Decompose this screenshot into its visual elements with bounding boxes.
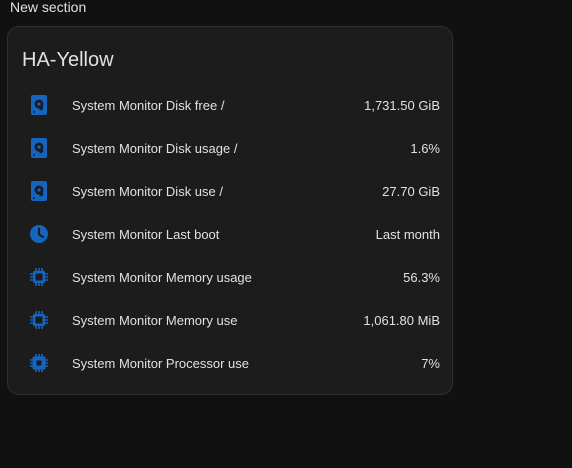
- entity-row-processor-use[interactable]: System Monitor Processor use 7%: [8, 343, 454, 383]
- entity-row-disk-free[interactable]: System Monitor Disk free / 1,731.50 GiB: [8, 85, 454, 125]
- memory-chip-icon: [28, 266, 50, 288]
- harddisk-icon: [28, 180, 50, 202]
- entity-name: System Monitor Memory usage: [72, 269, 252, 285]
- entity-value: 1,731.50 GiB: [364, 97, 440, 113]
- entity-row-memory-use[interactable]: System Monitor Memory use 1,061.80 MiB: [8, 300, 454, 340]
- entity-row-disk-usage[interactable]: System Monitor Disk usage / 1.6%: [8, 128, 454, 168]
- memory-chip-icon: [28, 309, 50, 331]
- entity-name: System Monitor Memory use: [72, 312, 238, 328]
- entity-value: 1.6%: [410, 140, 440, 156]
- entity-name: System Monitor Disk usage /: [72, 140, 238, 156]
- entity-row-last-boot[interactable]: System Monitor Last boot Last month: [8, 214, 454, 254]
- section-title: New section: [10, 0, 87, 15]
- card-title: HA-Yellow: [22, 49, 114, 71]
- entity-value: 7%: [421, 355, 440, 371]
- entity-row-disk-use[interactable]: System Monitor Disk use / 27.70 GiB: [8, 171, 454, 211]
- entity-name: System Monitor Last boot: [72, 226, 220, 242]
- cpu-chip-icon: [28, 352, 50, 374]
- entity-name: System Monitor Processor use: [72, 355, 250, 371]
- entity-value: 1,061.80 MiB: [363, 312, 440, 328]
- entity-name: System Monitor Disk free /: [72, 97, 225, 113]
- harddisk-icon: [28, 94, 50, 116]
- harddisk-icon: [28, 137, 50, 159]
- entity-value: 56.3%: [403, 269, 440, 285]
- entity-value: Last month: [375, 226, 440, 242]
- entity-name: System Monitor Disk use /: [72, 183, 223, 199]
- entity-row-memory-usage[interactable]: System Monitor Memory usage 56.3%: [8, 257, 454, 297]
- entities-card: HA-Yellow System Monitor Disk free / 1,7…: [7, 26, 453, 395]
- clock-icon: [28, 223, 50, 245]
- entity-value: 27.70 GiB: [382, 183, 440, 199]
